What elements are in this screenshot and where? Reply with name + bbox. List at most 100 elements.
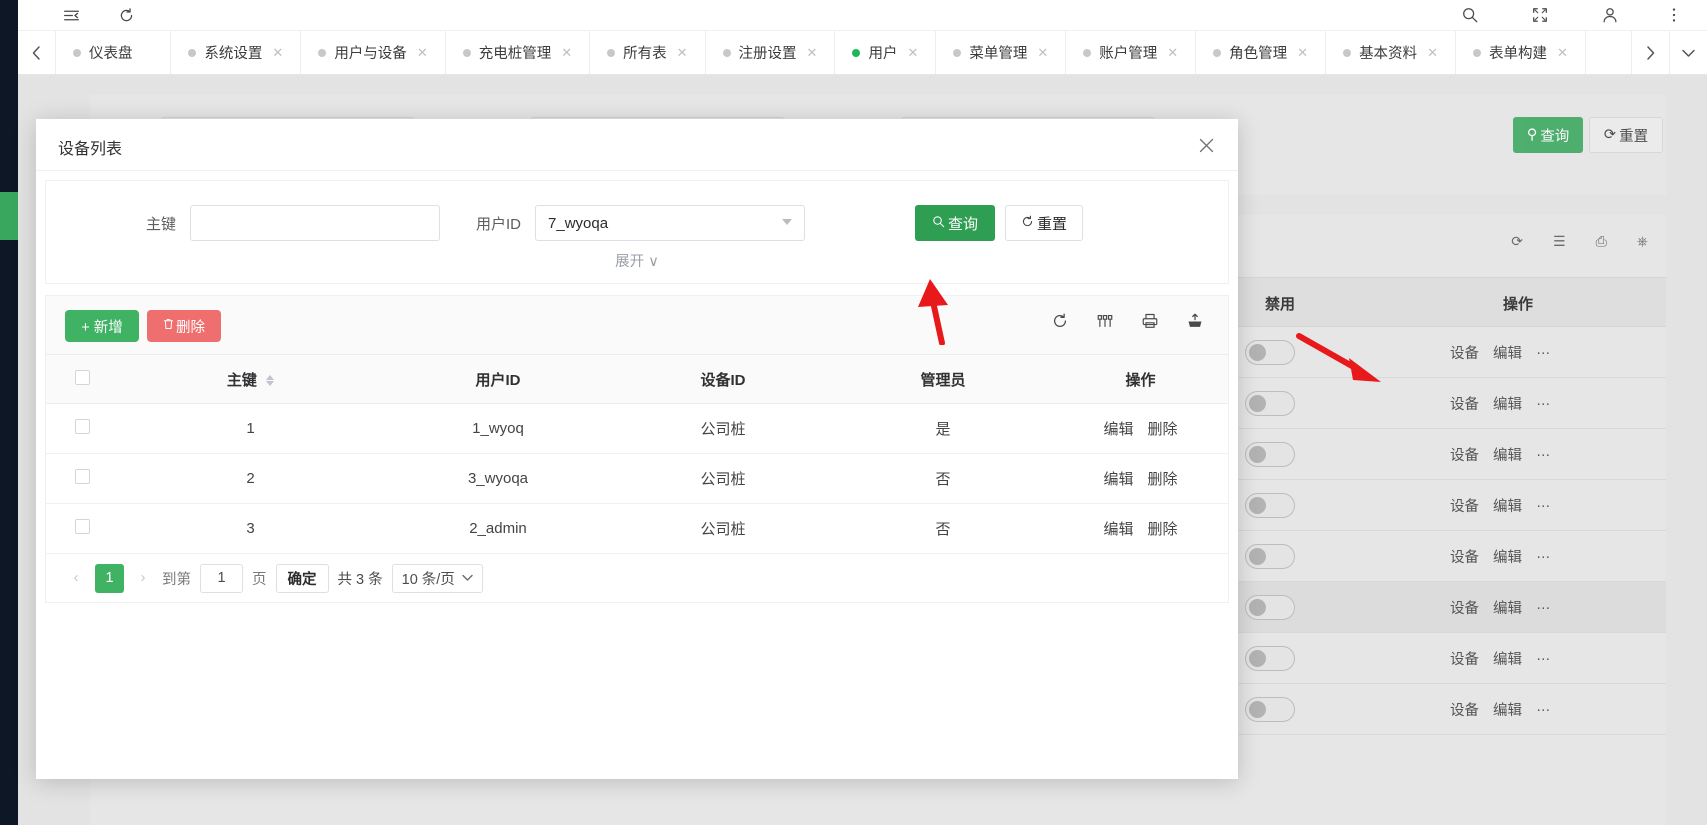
background-query-button[interactable]: ⚲ 查询 [1513, 117, 1583, 153]
expand-filters-toggle[interactable]: 展开 ∨ [46, 250, 1228, 271]
row-delete-link[interactable]: 删除 [1148, 468, 1178, 489]
background-row-op[interactable]: 设备 [1450, 495, 1479, 516]
pagination-jump-input[interactable] [200, 563, 243, 593]
tab-item[interactable]: 仪表盘✕ [56, 31, 172, 74]
tab-item[interactable]: 用户 ✕ [835, 31, 937, 74]
background-row-op[interactable]: 编辑 [1493, 648, 1522, 669]
dialog-reset-button[interactable]: 重置 [1005, 205, 1083, 241]
delete-button[interactable]: 删除 [147, 310, 221, 342]
close-icon[interactable]: ✕ [1167, 45, 1178, 61]
background-row-op[interactable]: 编辑 [1493, 444, 1522, 465]
tab-item[interactable]: 系统设置 ✕ [171, 31, 302, 74]
background-row-op[interactable]: … [1536, 393, 1551, 414]
row-checkbox[interactable] [74, 419, 90, 434]
collapse-menu-icon[interactable] [63, 7, 80, 24]
disable-toggle[interactable] [1245, 391, 1295, 416]
background-row-op[interactable]: 设备 [1450, 546, 1479, 567]
add-button[interactable]: + 新增 [65, 310, 139, 342]
tab-item[interactable]: 充电桩管理 ✕ [446, 31, 591, 74]
tab-item[interactable]: 账户管理 ✕ [1066, 31, 1197, 74]
disable-toggle[interactable] [1245, 442, 1295, 467]
page-size-select[interactable]: 10 条/页 [391, 563, 483, 593]
select-all-checkbox[interactable] [74, 369, 90, 385]
close-icon[interactable]: ✕ [1297, 45, 1308, 61]
background-row-op[interactable]: 编辑 [1493, 393, 1522, 414]
close-icon[interactable]: ✕ [417, 45, 428, 61]
close-icon[interactable]: ✕ [561, 45, 572, 61]
key-input[interactable] [190, 205, 441, 241]
tabs-scroll-left-button[interactable] [18, 31, 56, 74]
tab-item[interactable]: 角色管理 ✕ [1196, 31, 1327, 74]
close-icon[interactable]: ✕ [807, 45, 818, 61]
background-row-op[interactable]: 设备 [1450, 444, 1479, 465]
print-icon[interactable]: ⎙ [1596, 233, 1607, 250]
row-checkbox[interactable] [74, 469, 90, 484]
export-icon[interactable]: ⎈ [1637, 233, 1648, 250]
tab-item[interactable]: 基本资料 ✕ [1326, 31, 1456, 74]
background-row-op[interactable]: 设备 [1450, 597, 1479, 618]
close-icon[interactable]: ✕ [1427, 45, 1438, 61]
search-icon[interactable] [1461, 6, 1479, 24]
pagination-next-button[interactable]: › [133, 570, 153, 586]
background-row-op[interactable]: 编辑 [1493, 495, 1522, 516]
tab-item[interactable]: 所有表 ✕ [590, 31, 706, 74]
background-row-op[interactable]: … [1536, 648, 1551, 669]
user-avatar-icon[interactable] [1601, 6, 1619, 24]
row-delete-link[interactable]: 删除 [1148, 518, 1178, 539]
row-edit-link[interactable]: 编辑 [1103, 468, 1133, 489]
columns-icon[interactable] [1096, 312, 1114, 333]
dialog-query-button[interactable]: 查询 [915, 205, 995, 241]
fullscreen-icon[interactable] [1531, 6, 1549, 24]
tab-item[interactable]: 表单构建 ✕ [1456, 31, 1586, 74]
close-icon[interactable]: ✕ [677, 45, 688, 61]
background-row-op[interactable]: … [1536, 444, 1551, 465]
tab-item[interactable]: 注册设置 ✕ [706, 31, 836, 74]
background-row-op[interactable]: 编辑 [1493, 342, 1522, 363]
background-row-op[interactable]: 编辑 [1493, 597, 1522, 618]
disable-toggle[interactable] [1245, 646, 1295, 671]
pagination-page-1[interactable]: 1 [95, 563, 124, 593]
row-checkbox[interactable] [74, 519, 90, 534]
tabs-scroll-right-button[interactable] [1631, 31, 1669, 74]
print-icon[interactable] [1141, 312, 1159, 333]
background-row-op[interactable]: … [1536, 597, 1551, 618]
refresh-icon[interactable] [118, 7, 135, 24]
background-row-op[interactable]: … [1536, 342, 1551, 363]
background-row-op[interactable]: … [1536, 699, 1551, 720]
background-row-op[interactable]: … [1536, 495, 1551, 516]
pagination-confirm-button[interactable]: 确定 [275, 563, 329, 593]
background-row-op[interactable]: … [1536, 546, 1551, 567]
column-header-key[interactable]: 主键 [118, 354, 383, 404]
close-icon[interactable] [1194, 133, 1218, 157]
export-icon[interactable] [1186, 312, 1204, 333]
pagination-prev-button[interactable]: ‹ [66, 570, 86, 586]
row-edit-link[interactable]: 编辑 [1103, 518, 1133, 539]
background-row-op[interactable]: 设备 [1450, 699, 1479, 720]
background-row-op[interactable]: 设备 [1450, 393, 1479, 414]
refresh-icon[interactable]: ⟳ [1511, 233, 1523, 250]
userid-select[interactable]: 7_wyoqa [535, 205, 806, 241]
close-icon[interactable]: ✕ [907, 45, 918, 61]
more-vertical-icon[interactable] [1671, 6, 1677, 24]
background-row-op[interactable]: 编辑 [1493, 546, 1522, 567]
background-row-op[interactable]: 设备 [1450, 342, 1479, 363]
background-reset-button[interactable]: ⟳ 重置 [1589, 117, 1663, 153]
disable-toggle[interactable] [1245, 697, 1295, 722]
disable-toggle[interactable] [1245, 493, 1295, 518]
disable-toggle[interactable] [1245, 544, 1295, 569]
close-icon[interactable]: ✕ [1037, 45, 1048, 61]
columns-icon[interactable]: ☰ [1553, 233, 1566, 250]
close-icon[interactable]: ✕ [1557, 45, 1568, 61]
tab-item[interactable]: 用户与设备 ✕ [301, 31, 446, 74]
tab-item[interactable]: 菜单管理 ✕ [936, 31, 1067, 74]
background-row-op[interactable]: 设备 [1450, 648, 1479, 669]
disable-toggle[interactable] [1245, 595, 1295, 620]
row-delete-link[interactable]: 删除 [1148, 418, 1178, 439]
sort-icon[interactable] [266, 375, 275, 387]
refresh-icon[interactable] [1051, 312, 1069, 333]
row-edit-link[interactable]: 编辑 [1103, 418, 1133, 439]
close-icon[interactable]: ✕ [272, 45, 283, 61]
tabs-dropdown-button[interactable] [1669, 31, 1707, 74]
disable-toggle[interactable] [1245, 340, 1295, 365]
background-row-op[interactable]: 编辑 [1493, 699, 1522, 720]
